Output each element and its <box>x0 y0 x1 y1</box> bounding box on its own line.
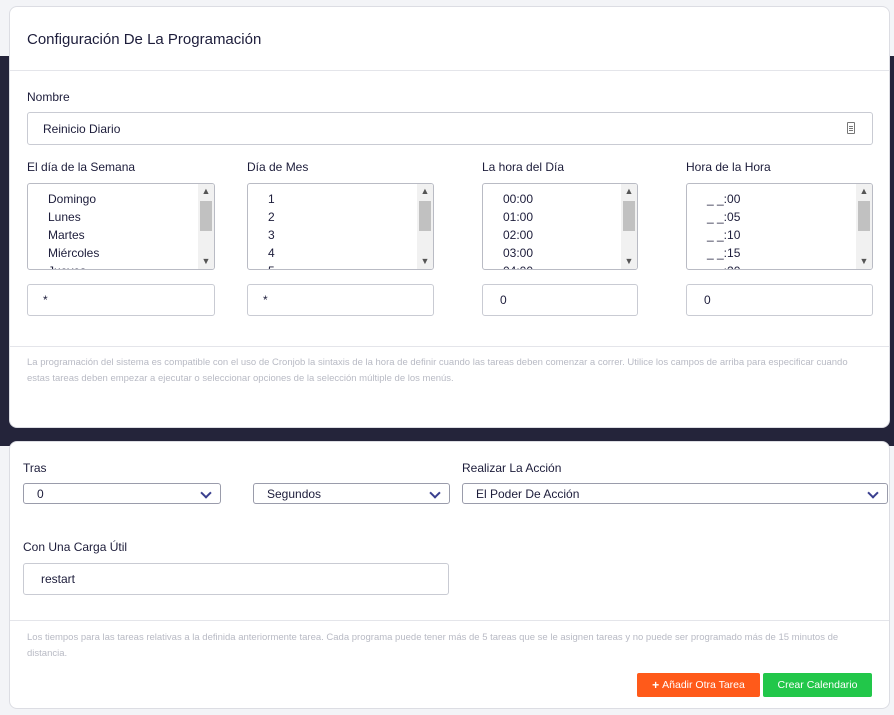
list-item[interactable]: _ _:05 <box>687 208 856 226</box>
payload-value: restart <box>41 572 76 586</box>
name-value: Reinicio Diario <box>43 121 121 136</box>
scrollbar[interactable]: ▲ ▼ <box>198 184 214 269</box>
plus-icon: + <box>652 678 660 692</box>
name-label: Nombre <box>27 90 70 104</box>
weekday-value: * <box>43 293 48 307</box>
list-item[interactable]: 5 <box>248 262 417 269</box>
list-item[interactable]: Miércoles <box>28 244 198 262</box>
time-unit-value: Segundos <box>267 486 322 501</box>
list-item[interactable]: Domingo <box>28 190 198 208</box>
list-item[interactable]: 3 <box>248 226 417 244</box>
list-item[interactable]: Jueves <box>28 262 198 269</box>
scrollbar-thumb[interactable] <box>419 201 431 231</box>
after-label: Tras <box>23 461 47 475</box>
scroll-down-arrow-icon[interactable]: ▼ <box>621 254 637 269</box>
scrollbar[interactable]: ▲ ▼ <box>856 184 872 269</box>
divider <box>10 70 889 71</box>
minute-label: Hora de la Hora <box>686 160 771 174</box>
name-input[interactable]: Reinicio Diario <box>27 112 873 145</box>
minute-value: 0 <box>704 293 711 307</box>
monthday-value: * <box>263 293 268 307</box>
add-task-button[interactable]: + Añadir Otra Tarea <box>637 673 760 697</box>
scroll-up-arrow-icon[interactable]: ▲ <box>198 184 214 199</box>
scroll-down-arrow-icon[interactable]: ▼ <box>417 254 433 269</box>
monthday-multiselect[interactable]: 1 2 3 4 5 ▲ ▼ <box>247 183 434 270</box>
weekday-input[interactable]: * <box>27 284 215 316</box>
scroll-up-arrow-icon[interactable]: ▲ <box>856 184 872 199</box>
scrollbar-thumb[interactable] <box>200 201 212 231</box>
scrollbar[interactable]: ▲ ▼ <box>621 184 637 269</box>
payload-input[interactable]: restart <box>23 563 449 595</box>
scrollbar-thumb[interactable] <box>623 201 635 231</box>
weekday-label: El día de la Semana <box>27 160 136 174</box>
after-select[interactable]: 0 <box>23 483 221 504</box>
chevron-down-icon <box>867 487 879 499</box>
list-item[interactable]: 01:00 <box>483 208 621 226</box>
action-select[interactable]: El Poder De Acción <box>462 483 888 504</box>
scrollbar[interactable]: ▲ ▼ <box>417 184 433 269</box>
chevron-down-icon <box>429 487 441 499</box>
list-item[interactable]: _ _:20 <box>687 262 856 269</box>
clipboard-icon[interactable] <box>847 122 855 134</box>
weekday-multiselect[interactable]: Domingo Lunes Martes Miércoles Jueves ▲ … <box>27 183 215 270</box>
list-item[interactable]: _ _:15 <box>687 244 856 262</box>
hour-label: La hora del Día <box>482 160 565 174</box>
list-item[interactable]: 02:00 <box>483 226 621 244</box>
list-item[interactable]: 1 <box>248 190 417 208</box>
divider <box>10 346 889 347</box>
list-item[interactable]: 4 <box>248 244 417 262</box>
time-unit-select[interactable]: Segundos <box>253 483 450 504</box>
chevron-down-icon <box>200 487 212 499</box>
list-item[interactable]: 2 <box>248 208 417 226</box>
create-schedule-label: Crear Calendario <box>777 679 858 691</box>
task-help-text: Los tiempos para las tareas relativas a … <box>27 632 839 659</box>
schedule-config-card: Configuración De La Programación Nombre … <box>9 6 890 428</box>
scroll-up-arrow-icon[interactable]: ▲ <box>417 184 433 199</box>
list-item[interactable]: _ _:10 <box>687 226 856 244</box>
scroll-down-arrow-icon[interactable]: ▼ <box>198 254 214 269</box>
hour-input[interactable]: 0 <box>482 284 638 316</box>
list-item[interactable]: _ _:00 <box>687 190 856 208</box>
task-card: Tras 0 Segundos Realizar La Acción El Po… <box>9 441 890 709</box>
card-title: Configuración De La Programación <box>27 31 262 48</box>
list-item[interactable]: 00:00 <box>483 190 621 208</box>
after-value: 0 <box>37 486 44 501</box>
list-item[interactable]: Lunes <box>28 208 198 226</box>
action-value: El Poder De Acción <box>476 486 580 501</box>
scroll-down-arrow-icon[interactable]: ▼ <box>856 254 872 269</box>
payload-label: Con Una Carga Útil <box>23 540 128 554</box>
add-task-label: Añadir Otra Tarea <box>662 679 745 691</box>
list-item[interactable]: 04:00 <box>483 262 621 269</box>
action-label: Realizar La Acción <box>462 461 562 475</box>
monthday-input[interactable]: * <box>247 284 434 316</box>
minute-multiselect[interactable]: _ _:00 _ _:05 _ _:10 _ _:15 _ _:20 ▲ ▼ <box>686 183 873 270</box>
scrollbar-thumb[interactable] <box>858 201 870 231</box>
minute-input[interactable]: 0 <box>686 284 873 316</box>
scroll-up-arrow-icon[interactable]: ▲ <box>621 184 637 199</box>
hour-multiselect[interactable]: 00:00 01:00 02:00 03:00 04:00 ▲ ▼ <box>482 183 638 270</box>
create-schedule-button[interactable]: Crear Calendario <box>763 673 872 697</box>
schedule-help-text: La programación del sistema es compatibl… <box>27 357 848 384</box>
list-item[interactable]: 03:00 <box>483 244 621 262</box>
monthday-label: Día de Mes <box>247 160 309 174</box>
list-item[interactable]: Martes <box>28 226 198 244</box>
hour-value: 0 <box>500 293 507 307</box>
divider <box>10 620 889 621</box>
